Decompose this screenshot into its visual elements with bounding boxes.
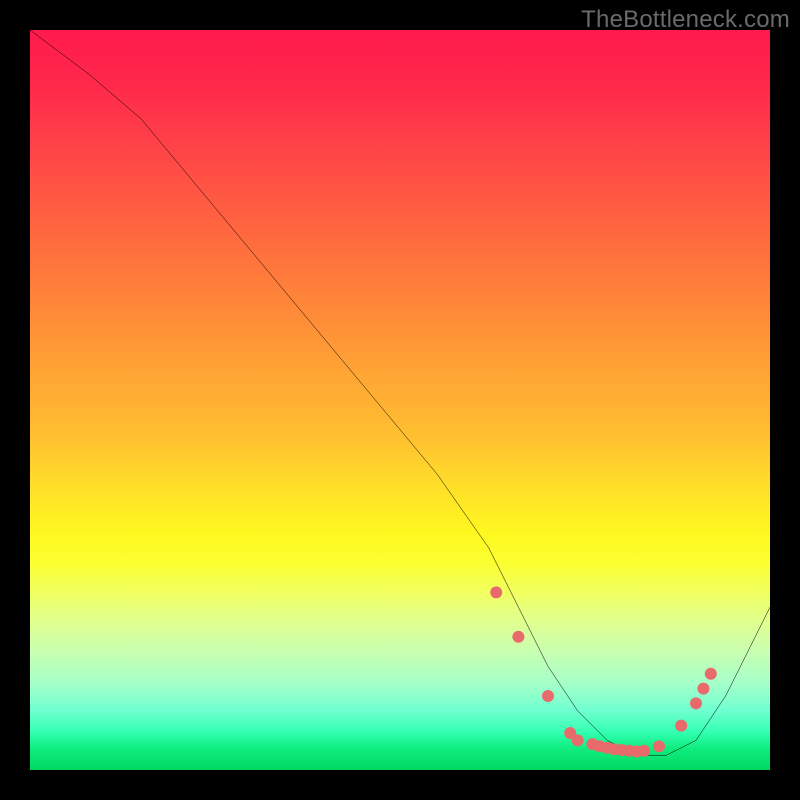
highlight-marker	[638, 745, 650, 757]
highlight-marker	[653, 740, 665, 752]
highlight-marker	[675, 720, 687, 732]
highlight-marker	[697, 683, 709, 695]
highlight-marker	[490, 586, 502, 598]
bottleneck-curve-path	[30, 30, 770, 755]
chart-frame: TheBottleneck.com	[0, 0, 800, 800]
chart-svg	[30, 30, 770, 770]
highlight-marker	[690, 697, 702, 709]
highlight-marker	[512, 631, 524, 643]
highlight-marker-group	[490, 586, 717, 757]
plot-area	[30, 30, 770, 770]
highlight-marker	[542, 690, 554, 702]
highlight-marker	[705, 668, 717, 680]
watermark-text: TheBottleneck.com	[581, 6, 790, 34]
highlight-marker	[572, 734, 584, 746]
